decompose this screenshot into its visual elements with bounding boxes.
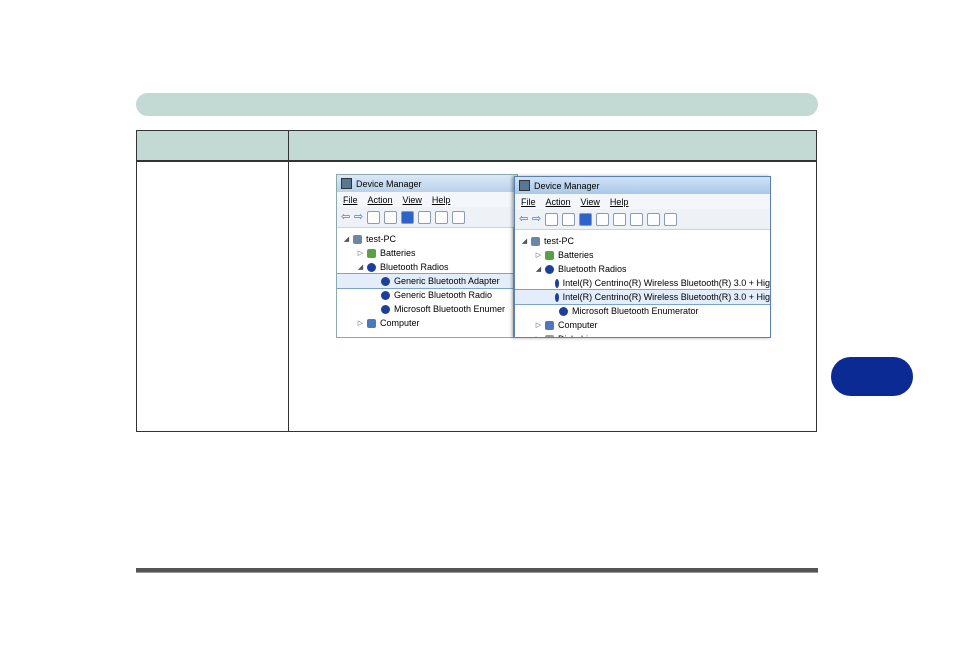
tree-item[interactable]: ▷ Computer bbox=[515, 318, 770, 332]
device-manager-icon bbox=[519, 180, 530, 191]
forward-arrow-icon[interactable]: ⇨ bbox=[354, 211, 363, 223]
tree-item-label: Bluetooth Radios bbox=[558, 264, 627, 274]
view-icon[interactable] bbox=[418, 210, 431, 224]
expander-icon[interactable]: ▷ bbox=[535, 251, 542, 259]
menu-help[interactable]: Help bbox=[432, 195, 451, 205]
tree-item-label: Computer bbox=[558, 320, 598, 330]
tree-item-label: test-PC bbox=[366, 234, 397, 244]
bat-device-icon bbox=[545, 250, 554, 260]
device-manager-window-left: Device Manager File Action View Help ⇦ ⇨… bbox=[336, 174, 518, 338]
back-arrow-icon[interactable]: ⇦ bbox=[341, 211, 350, 223]
menu-action[interactable]: Action bbox=[546, 197, 571, 207]
tree-item[interactable]: ◢ test-PC bbox=[515, 234, 770, 248]
expander-icon[interactable]: ▷ bbox=[357, 319, 364, 327]
comp-device-icon bbox=[545, 320, 554, 330]
tree-item-label: Intel(R) Centrino(R) Wireless Bluetooth(… bbox=[562, 292, 770, 302]
bt-device-icon bbox=[381, 304, 390, 314]
toolbar: ⇦ ⇨ bbox=[337, 207, 517, 228]
menu-bar: File Action View Help bbox=[515, 194, 770, 209]
menu-view[interactable]: View bbox=[581, 197, 600, 207]
menu-view[interactable]: View bbox=[403, 195, 422, 205]
table-header-row bbox=[137, 131, 816, 162]
tree-item[interactable]: ▷ Batteries bbox=[515, 248, 770, 262]
tree-item-label: Disk drives bbox=[558, 334, 602, 337]
tree-item[interactable]: ◢ test-PC bbox=[337, 232, 517, 246]
tree-item[interactable]: ▷ Batteries bbox=[337, 246, 517, 260]
window-title: Device Manager bbox=[356, 178, 422, 189]
title-bar: Device Manager bbox=[515, 177, 770, 194]
comp-device-icon bbox=[367, 318, 376, 328]
tree-item[interactable]: Generic Bluetooth Radio bbox=[337, 288, 517, 302]
tree-item[interactable]: Microsoft Bluetooth Enumer bbox=[337, 302, 517, 316]
forward-arrow-icon[interactable]: ⇨ bbox=[532, 213, 541, 225]
menu-bar: File Action View Help bbox=[337, 192, 517, 207]
chapter-tab bbox=[831, 357, 913, 396]
tree-item[interactable]: ▷ Computer bbox=[337, 316, 517, 330]
bat-device-icon bbox=[367, 248, 376, 258]
menu-file[interactable]: File bbox=[521, 197, 536, 207]
expander-icon[interactable]: ▷ bbox=[535, 321, 542, 329]
tree-item-label: Computer bbox=[380, 318, 420, 328]
tree-item[interactable]: ◢ Bluetooth Radios bbox=[337, 260, 517, 274]
tree-item-label: Intel(R) Centrino(R) Wireless Bluetooth(… bbox=[562, 278, 770, 288]
window-title: Device Manager bbox=[534, 180, 600, 191]
device-manager-window-right: Device Manager File Action View Help ⇦ ⇨… bbox=[514, 176, 771, 338]
bt-device-icon bbox=[559, 306, 568, 316]
tree-item[interactable]: ◢ Bluetooth Radios bbox=[515, 262, 770, 276]
bt-device-icon bbox=[554, 292, 559, 302]
update-driver-icon[interactable] bbox=[452, 210, 465, 224]
menu-help[interactable]: Help bbox=[610, 197, 629, 207]
title-bar: Device Manager bbox=[337, 175, 517, 192]
scan-hardware-icon[interactable] bbox=[435, 210, 448, 224]
update-driver-icon[interactable] bbox=[630, 212, 643, 226]
tree-item[interactable]: Intel(R) Centrino(R) Wireless Bluetooth(… bbox=[515, 289, 770, 305]
help-icon[interactable] bbox=[579, 212, 592, 226]
tree-item[interactable]: Microsoft Bluetooth Enumerator bbox=[515, 304, 770, 318]
scan-hardware-icon[interactable] bbox=[613, 212, 626, 226]
list-view-icon[interactable] bbox=[562, 212, 575, 226]
uninstall-icon[interactable] bbox=[647, 212, 660, 226]
help-icon[interactable] bbox=[401, 210, 414, 224]
list-view-icon[interactable] bbox=[384, 210, 397, 224]
disk-device-icon bbox=[545, 334, 554, 337]
expander-icon[interactable]: ◢ bbox=[535, 265, 542, 273]
table-column-divider bbox=[288, 131, 289, 431]
tree-item[interactable]: Intel(R) Centrino(R) Wireless Bluetooth(… bbox=[515, 276, 770, 290]
disable-device-icon[interactable] bbox=[664, 212, 677, 226]
toolbar: ⇦ ⇨ bbox=[515, 209, 770, 230]
tree-item-label: Microsoft Bluetooth Enumer bbox=[394, 304, 506, 314]
properties-icon[interactable] bbox=[545, 212, 558, 226]
bt-device-icon bbox=[367, 262, 376, 272]
expander-icon[interactable]: ▷ bbox=[357, 249, 364, 257]
pc-device-icon bbox=[531, 236, 540, 246]
bt-device-icon bbox=[545, 264, 554, 274]
tree-item-label: Microsoft Bluetooth Enumerator bbox=[572, 306, 699, 316]
properties-icon[interactable] bbox=[367, 210, 380, 224]
page-header-bar bbox=[136, 93, 818, 116]
pc-device-icon bbox=[353, 234, 362, 244]
view-icon[interactable] bbox=[596, 212, 609, 226]
tree-item-label: test-PC bbox=[544, 236, 575, 246]
back-arrow-icon[interactable]: ⇦ bbox=[519, 213, 528, 225]
expander-icon[interactable]: ◢ bbox=[357, 263, 364, 271]
tree-item-label: Batteries bbox=[558, 250, 594, 260]
expander-icon[interactable]: ◢ bbox=[521, 237, 528, 245]
tree-item-label: Generic Bluetooth Radio bbox=[394, 290, 493, 300]
tree-item[interactable]: Generic Bluetooth Adapter bbox=[337, 273, 517, 289]
device-tree: ◢ test-PC ▷ Batteries ◢ Bluetooth Radios Intel… bbox=[515, 230, 770, 337]
footer-rule-thin bbox=[136, 572, 818, 573]
tree-item-label: Bluetooth Radios bbox=[380, 262, 449, 272]
menu-file[interactable]: File bbox=[343, 195, 358, 205]
menu-action[interactable]: Action bbox=[368, 195, 393, 205]
device-tree: ◢ test-PC ▷ Batteries ◢ Bluetooth Radios Gener… bbox=[337, 228, 517, 330]
bt-device-icon bbox=[381, 276, 390, 286]
tree-item-label: Batteries bbox=[380, 248, 416, 258]
expander-icon[interactable]: ◢ bbox=[343, 235, 350, 243]
bt-device-icon bbox=[554, 278, 559, 288]
bt-device-icon bbox=[381, 290, 390, 300]
device-manager-icon bbox=[341, 178, 352, 189]
expander-icon[interactable]: ▷ bbox=[535, 335, 542, 337]
tree-item-label: Generic Bluetooth Adapter bbox=[394, 276, 500, 286]
tree-item[interactable]: ▷ Disk drives bbox=[515, 332, 770, 337]
